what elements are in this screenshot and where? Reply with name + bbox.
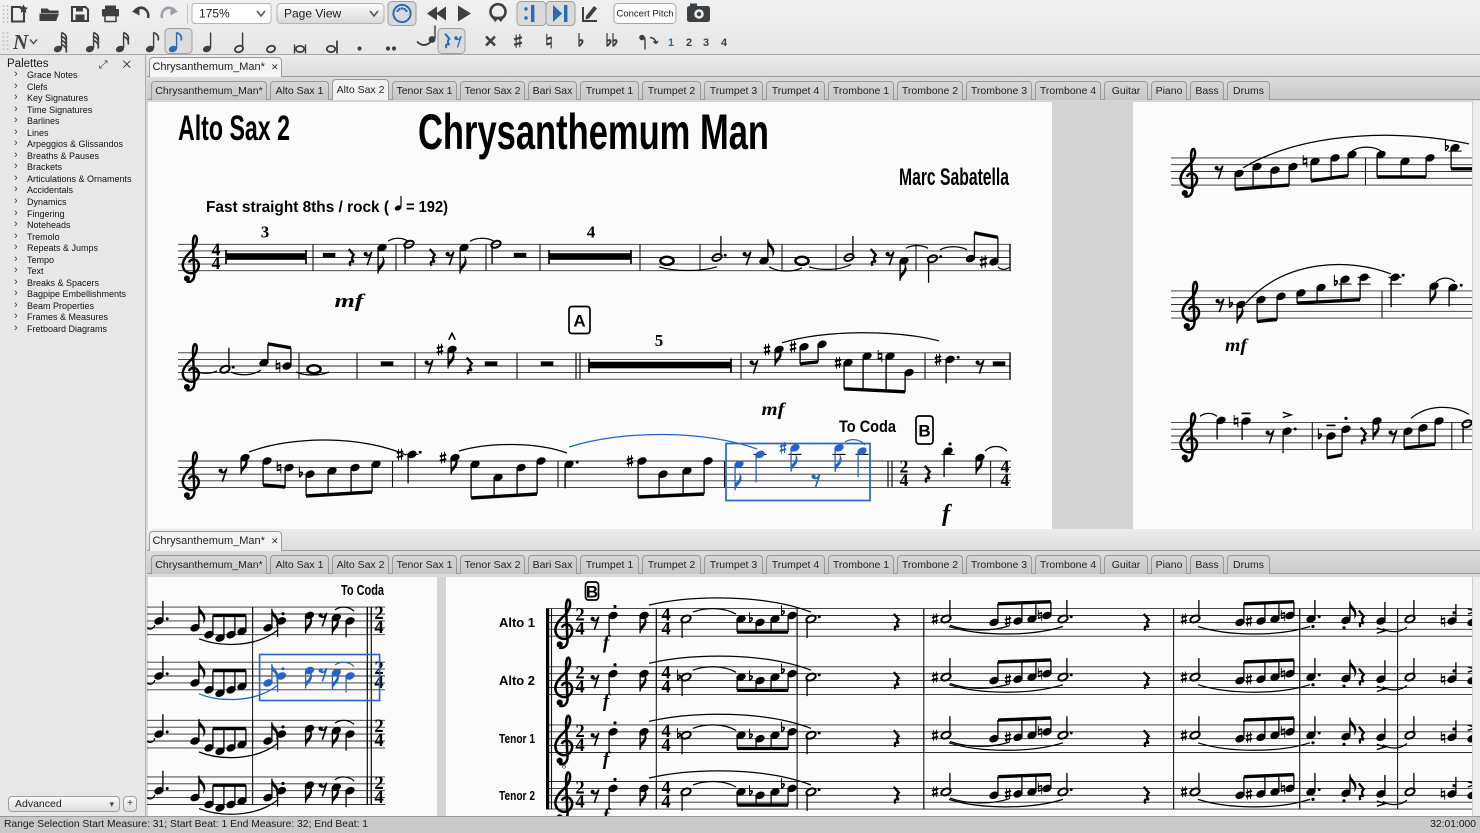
- svg-text:4: 4: [661, 619, 670, 640]
- svg-text:4: 4: [1001, 470, 1010, 490]
- svg-text:mf: mf: [335, 291, 366, 312]
- svg-text:4: 4: [575, 677, 584, 698]
- svg-text:mf: mf: [1225, 335, 1249, 355]
- svg-text:Alto 1: Alto 1: [499, 615, 535, 630]
- svg-text:f: f: [942, 501, 952, 527]
- svg-text:5: 5: [655, 331, 664, 350]
- svg-text:4: 4: [374, 730, 383, 751]
- svg-text:175%: 175%: [199, 7, 230, 21]
- svg-text:4: 4: [661, 735, 670, 756]
- svg-text:8: 8: [562, 761, 566, 770]
- svg-text:3: 3: [261, 222, 270, 241]
- svg-text:4: 4: [661, 791, 670, 812]
- svg-text:N: N: [12, 30, 29, 54]
- svg-text:4: 4: [575, 619, 584, 640]
- svg-text:4: 4: [900, 470, 909, 490]
- svg-text:1: 1: [668, 37, 674, 49]
- svg-text:To Coda: To Coda: [839, 417, 896, 436]
- svg-text:A: A: [573, 312, 585, 331]
- svg-text:Concert Pitch: Concert Pitch: [616, 9, 673, 20]
- svg-text:B: B: [918, 422, 930, 441]
- svg-text:4: 4: [575, 735, 584, 756]
- svg-text:Alto 2: Alto 2: [499, 673, 535, 688]
- svg-text:Page View: Page View: [284, 7, 341, 21]
- svg-text:2: 2: [686, 37, 692, 49]
- svg-text:mf: mf: [762, 399, 787, 419]
- svg-text:Tenor 2: Tenor 2: [499, 788, 535, 803]
- svg-text:4: 4: [587, 222, 596, 241]
- svg-text:4: 4: [721, 37, 728, 49]
- svg-text:Fast straight 8ths / rock (: Fast straight 8ths / rock (: [206, 199, 390, 216]
- svg-text:4: 4: [575, 791, 584, 812]
- svg-text:Marc Sabatella: Marc Sabatella: [899, 164, 1009, 191]
- svg-text:B: B: [586, 583, 598, 602]
- svg-text:4: 4: [661, 677, 670, 698]
- svg-text:Tenor 1: Tenor 1: [499, 731, 535, 746]
- svg-text:Chrysanthemum Man: Chrysanthemum Man: [418, 104, 769, 160]
- svg-text:4: 4: [374, 787, 383, 808]
- svg-text:To Coda: To Coda: [341, 582, 384, 599]
- svg-text:Alto Sax 2: Alto Sax 2: [178, 109, 290, 148]
- svg-text:4: 4: [212, 253, 221, 273]
- svg-text:3: 3: [703, 37, 709, 49]
- svg-text:= 192): = 192): [406, 199, 448, 216]
- svg-text:4: 4: [374, 617, 383, 638]
